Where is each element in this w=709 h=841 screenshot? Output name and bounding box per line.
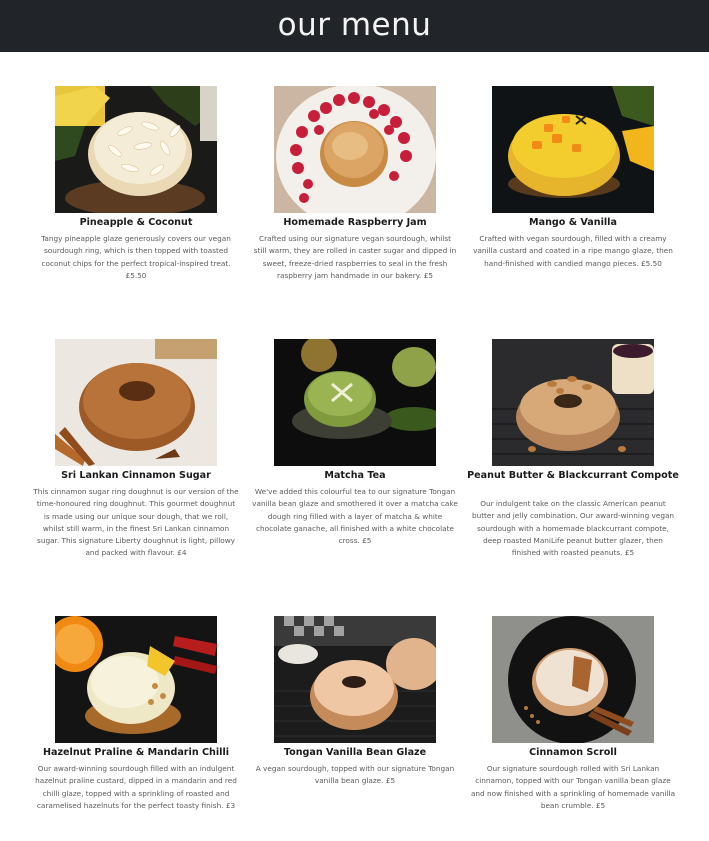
menu-item-name: Sri Lankan Cinnamon Sugar	[61, 470, 211, 481]
menu-grid: Pineapple & Coconut Tangy pineapple glaz…	[0, 0, 709, 841]
pineapple-coconut-photo	[55, 86, 217, 213]
peanut-butter-photo	[492, 339, 654, 466]
menu-item-name: Cinnamon Scroll	[529, 747, 617, 758]
cinnamon-scroll-photo	[492, 616, 654, 743]
menu-item-name: Hazelnut Praline & Mandarin Chilli	[42, 747, 230, 758]
menu-item-name: Pineapple & Coconut	[79, 217, 193, 228]
mango-vanilla-photo	[492, 86, 654, 213]
menu-item-name: Matcha Tea	[324, 470, 386, 481]
menu-item-description: Crafted using our signature vegan sourdo…	[253, 234, 457, 280]
menu-item-description: This cinnamon sugar ring doughnut is our…	[33, 487, 239, 558]
menu-item-description: Our award-winning sourdough filled with …	[35, 764, 237, 810]
menu-item-description: Crafted with vegan sourdough, filled wit…	[473, 234, 673, 268]
raspberry-jam-photo	[274, 86, 436, 213]
matcha-tea-photo	[274, 339, 436, 466]
menu-item-description: Our indulgent take on the classic Americ…	[471, 499, 675, 558]
cinnamon-sugar-photo	[55, 339, 217, 466]
menu-item-name: Tongan Vanilla Bean Glaze	[283, 747, 427, 758]
menu-item-description: We've added this colourful tea to our si…	[252, 487, 458, 546]
menu-item-name: Homemade Raspberry Jam	[283, 217, 427, 228]
hazelnut-praline-photo	[55, 616, 217, 743]
menu-item-description: Our signature sourdough rolled with Sri …	[470, 764, 676, 810]
menu-item-name: Peanut Butter & Blackcurrant Compote	[467, 470, 679, 481]
menu-item-description: A vegan sourdough, topped with our signa…	[255, 764, 455, 786]
menu-item-description: Tangy pineapple glaze generously covers …	[41, 234, 231, 280]
tongan-vanilla-photo	[274, 616, 436, 743]
menu-item-name: Mango & Vanilla	[529, 217, 617, 228]
